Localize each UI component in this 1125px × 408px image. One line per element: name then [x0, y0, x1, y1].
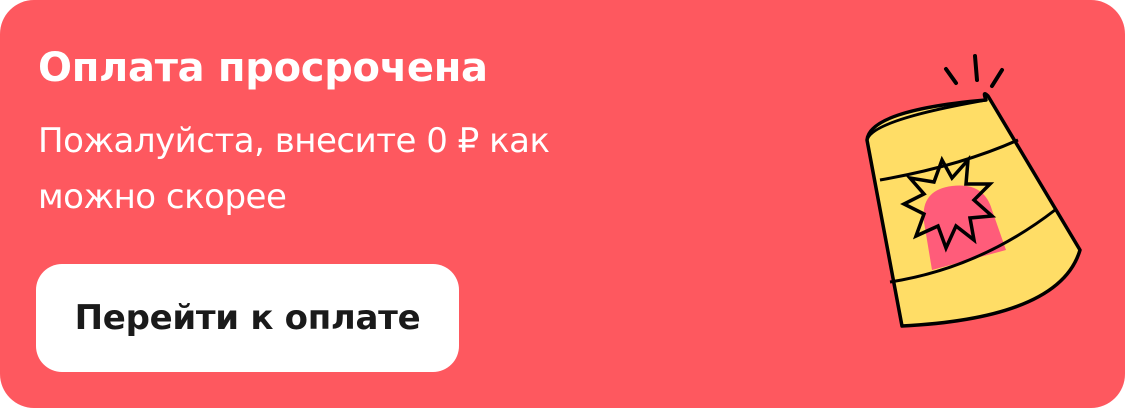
overdue-payment-banner: Оплата просрочена Пожалуйста, внесите 0 … [0, 0, 1125, 408]
go-to-payment-button[interactable]: Перейти к оплате [36, 264, 459, 372]
banner-subtitle: Пожалуйста, внесите 0 ₽ как можно скорее [38, 121, 550, 217]
banner-title: Оплата просрочена [38, 45, 488, 91]
siren-alarm-icon [865, 54, 1082, 328]
